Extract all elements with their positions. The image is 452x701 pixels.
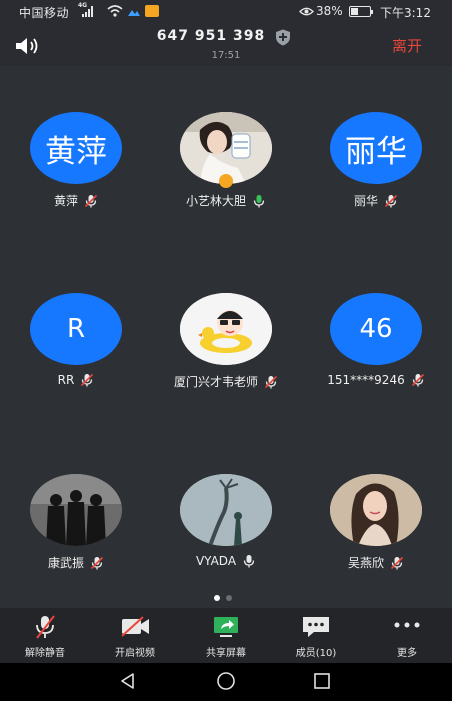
participant-tile[interactable]: 厦门兴才韦老师 (151, 293, 301, 423)
participant-name: 丽华 (353, 194, 378, 208)
participant-photo-avatar (330, 474, 422, 546)
unmute-button[interactable]: 解除静音 (0, 608, 90, 663)
start-video-button[interactable]: 开启视频 (90, 608, 180, 663)
hands-sky-photo (180, 474, 272, 546)
mic-muted-icon (384, 194, 398, 207)
meeting-id[interactable]: 647 951 398 (0, 28, 452, 44)
status-bar: 中国移动 4G 38% 下午3:12 (0, 0, 452, 24)
participant-name: 小艺林大胆 (185, 194, 246, 208)
page-dot[interactable] (226, 595, 232, 601)
participant-tile[interactable]: 黄萍 黄萍 (1, 112, 151, 242)
eye-comfort-icon (299, 7, 314, 16)
carrier-name: 中国移动 (19, 6, 70, 20)
participant-tile[interactable]: VYADA (151, 474, 301, 604)
portrait-photo (330, 474, 422, 546)
more-button[interactable]: 更多 (362, 608, 452, 663)
participant-tile[interactable]: R RR (1, 293, 151, 423)
mic-muted-icon (90, 556, 104, 569)
mic-muted-icon (81, 373, 94, 387)
signal-icon (82, 5, 93, 17)
share-screen-button[interactable]: 共享屏幕 (181, 608, 271, 663)
recents-icon[interactable] (312, 671, 332, 691)
participant-tile[interactable]: 康武振 (1, 474, 151, 604)
participant-tile[interactable]: 46 151****9246 (301, 293, 451, 423)
participant-avatar: 黄萍 (30, 112, 122, 184)
home-icon[interactable] (216, 671, 236, 691)
page-dot-active[interactable] (214, 595, 220, 601)
participant-avatar: 丽华 (330, 112, 422, 184)
mic-muted-icon (390, 556, 404, 569)
participant-name: 厦门兴才韦老师 (173, 375, 258, 389)
share-screen-label: 共享屏幕 (206, 648, 246, 659)
meeting-toolbar: 解除静音 开启视频 共享屏幕 成员(10) 更多 (0, 608, 452, 663)
participant-name: 黄萍 (53, 194, 78, 208)
soldiers-photo (30, 474, 122, 546)
mic-muted-icon (36, 615, 55, 639)
mic-icon (243, 555, 255, 568)
chat-members-icon (303, 617, 329, 637)
video-off-icon (121, 616, 149, 637)
participant-name: VYADA (195, 554, 237, 568)
participant-name: 吴燕欣 (347, 556, 384, 570)
members-label: 成员(10) (295, 648, 337, 659)
participant-avatar: R (30, 293, 122, 365)
mic-muted-icon (411, 373, 424, 387)
mic-muted-icon (264, 375, 278, 388)
system-nav-bar (0, 663, 452, 701)
participant-grid: 黄萍 黄萍 小艺林大胆 丽华 丽华 R RR 厦门兴才韦老师 46 151***… (0, 66, 452, 608)
page-indicator[interactable] (214, 595, 232, 601)
participant-name: 康武振 (47, 556, 84, 570)
cartoon-duck-photo (180, 293, 272, 365)
participant-name: 151****9246 (327, 373, 405, 387)
participant-photo-avatar (30, 474, 122, 546)
participant-photo-avatar (180, 474, 272, 546)
host-badge-icon (219, 174, 233, 188)
participant-tile[interactable]: 小艺林大胆 (151, 112, 301, 242)
battery-icon (349, 6, 373, 17)
status-time: 下午3:12 (380, 6, 431, 20)
participant-avatar: 46 (330, 293, 422, 365)
unmute-label: 解除静音 (25, 648, 65, 659)
meeting-header: 647 951 398 17:51 离开 (0, 24, 452, 66)
more-dots-icon (394, 622, 420, 628)
start-video-label: 开启视频 (115, 648, 155, 659)
security-shield-icon[interactable] (275, 29, 291, 46)
mic-muted-icon (84, 194, 98, 207)
app-notification-icon (128, 10, 140, 16)
meeting-duration: 17:51 (211, 50, 241, 61)
members-button[interactable]: 成员(10) (271, 608, 361, 663)
wifi-icon (107, 5, 123, 17)
participant-name: RR (57, 373, 75, 387)
participant-photo-avatar (180, 293, 272, 365)
back-icon[interactable] (118, 671, 138, 691)
more-label: 更多 (397, 648, 417, 659)
share-screen-icon (214, 617, 238, 637)
leave-button[interactable]: 离开 (392, 35, 422, 56)
battery-percent: 38% (316, 4, 343, 18)
mic-speaking-icon (253, 194, 265, 207)
app-notification-icon (145, 5, 159, 17)
participant-tile[interactable]: 丽华 丽华 (301, 112, 451, 242)
participant-tile[interactable]: 吴燕欣 (301, 474, 451, 604)
